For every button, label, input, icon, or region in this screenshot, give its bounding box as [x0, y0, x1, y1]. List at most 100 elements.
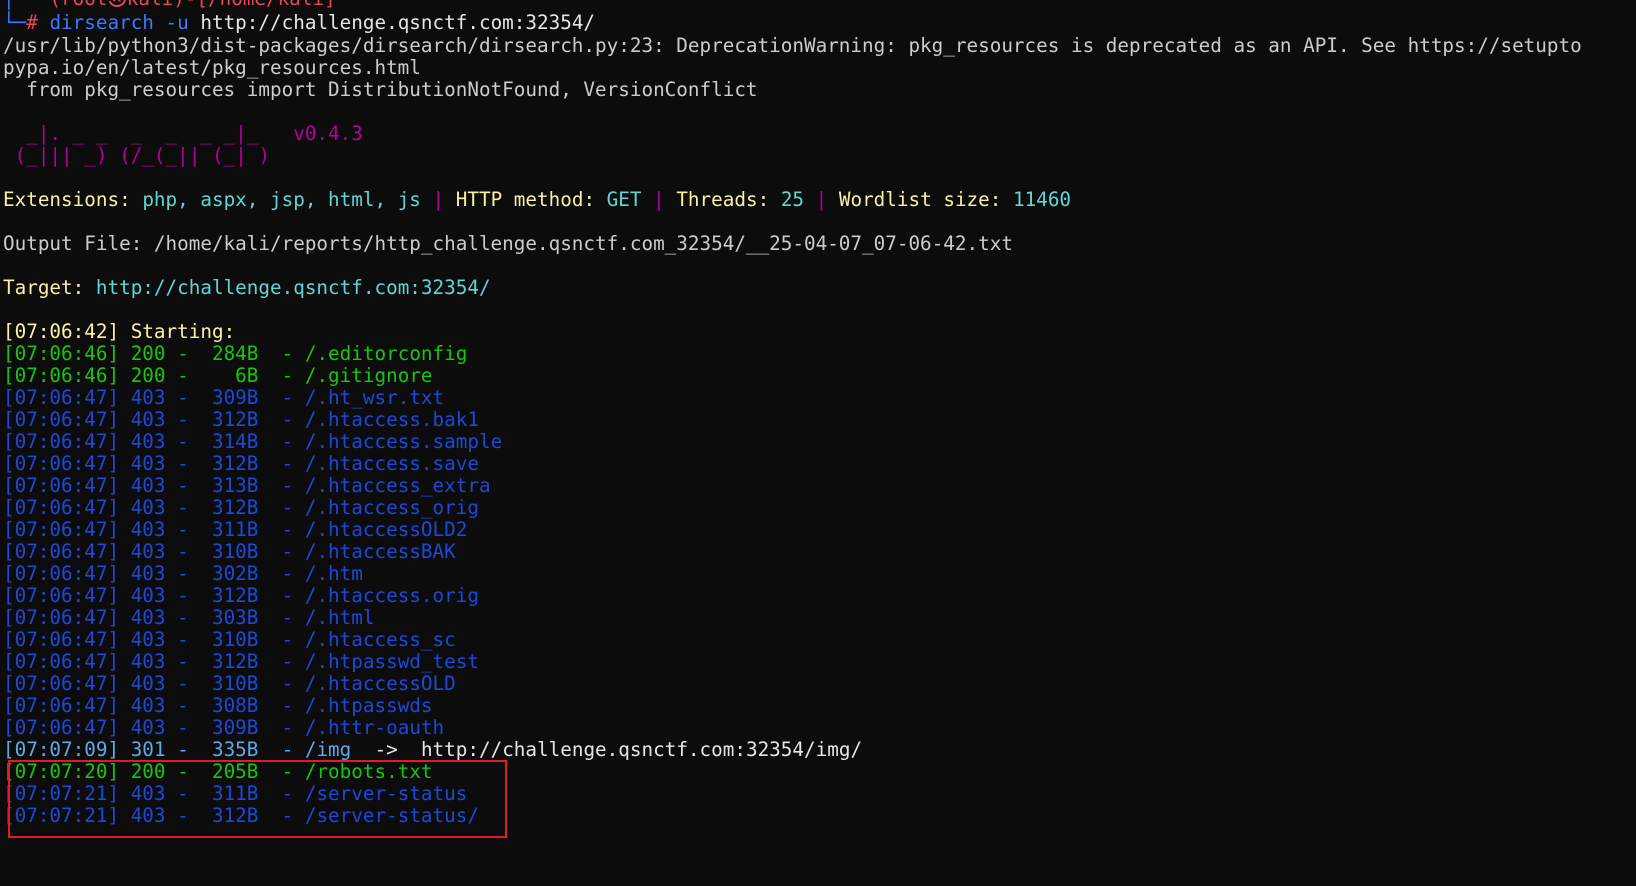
result-status-code: 301 [130, 738, 166, 761]
result-size: 309B [200, 716, 259, 739]
wordlist-label: Wordlist size: [838, 188, 1002, 211]
result-size: 314B [200, 430, 259, 453]
threads-label: Threads: [676, 188, 770, 211]
result-row: [07:06:47] 403 - 312B - /.htaccess.save [3, 452, 479, 475]
result-row: [07:06:47] 403 - 310B - /.htaccess_sc [3, 628, 456, 651]
prompt-command-line: └─# dirsearch -u http://challenge.qsnctf… [3, 11, 595, 34]
result-row: [07:06:47] 403 - 312B - /.htpasswd_test [3, 650, 479, 673]
result-status-code: 403 [130, 452, 166, 475]
output-file-line: Output File: /home/kali/reports/http_cha… [3, 232, 1013, 255]
result-time: [07:06:47] [3, 496, 120, 519]
result-path: /.ht_wsr.txt [304, 386, 445, 409]
result-row: [07:06:47] 403 - 310B - /.htaccessOLD [3, 672, 456, 695]
result-row: [07:06:47] 403 - 302B - /.htm [3, 562, 363, 585]
result-path: /.htaccess.sample [304, 430, 503, 453]
result-time: [07:06:47] [3, 386, 120, 409]
result-size: 310B [200, 672, 259, 695]
result-row: [07:06:47] 403 - 309B - /.ht_wsr.txt [3, 386, 445, 409]
result-time: [07:06:47] [3, 606, 120, 629]
result-time: [07:06:47] [3, 716, 120, 739]
result-size: 312B [200, 584, 259, 607]
result-status-code: 200 [130, 364, 166, 387]
result-size: 313B [200, 474, 259, 497]
result-status-code: 403 [130, 518, 166, 541]
result-time: [07:06:47] [3, 518, 120, 541]
result-row: [07:06:47] 403 - 312B - /.htaccess.orig [3, 584, 479, 607]
result-row: [07:06:47] 403 - 309B - /.httr-oauth [3, 716, 445, 739]
config-line: Extensions: php, aspx, jsp, html, js | H… [3, 188, 1071, 211]
result-status-code: 403 [130, 386, 166, 409]
result-size: 284B [200, 342, 259, 365]
result-status-code: 403 [130, 606, 166, 629]
prompt-user: ─(root㉿kali)-[/home/kali] [38, 0, 336, 10]
result-size: 6B [200, 364, 259, 387]
target-line: Target: http://challenge.qsnctf.com:3235… [3, 276, 491, 299]
result-time: [07:06:47] [3, 540, 120, 563]
result-time: [07:07:09] [3, 738, 120, 761]
prompt-frame-bottom: └─ [3, 11, 27, 34]
result-row: [07:06:47] 403 - 303B - /.html [3, 606, 375, 629]
result-status-code: 403 [130, 540, 166, 563]
wordlist-value: 11460 [1013, 188, 1072, 211]
result-time: [07:06:46] [3, 364, 120, 387]
result-row: [07:07:09] 301 - 335B - /img -> http://c… [3, 738, 863, 761]
terminal-window[interactable]: ┌───(root㉿kali)-[/home/kali] └─# dirsear… [0, 0, 1636, 886]
result-size: 335B [200, 738, 259, 761]
result-time: [07:06:47] [3, 452, 120, 475]
command-name: dirsearch [49, 11, 154, 34]
result-size: 312B [200, 496, 259, 519]
result-time: [07:06:47] [3, 584, 120, 607]
target-url: http://challenge.qsnctf.com:32354/ [95, 276, 491, 299]
banner-art-top: _|. _ _ _ _ _ _|_ [3, 122, 294, 145]
config-separator: | [432, 188, 445, 211]
result-status-code: 403 [130, 562, 166, 585]
command-flag: -u [165, 11, 189, 34]
result-status-code: 200 [130, 342, 166, 365]
result-time: [07:06:47] [3, 672, 120, 695]
result-status-code: 403 [130, 650, 166, 673]
result-size: 312B [200, 452, 259, 475]
prompt-header-line: ┌───(root㉿kali)-[/home/kali] [3, 0, 336, 10]
result-status-code: 403 [130, 496, 166, 519]
command-url: http://challenge.qsnctf.com:32354/ [200, 11, 596, 34]
result-path: /.htpasswds [304, 694, 433, 717]
threads-value: 25 [780, 188, 805, 211]
result-path: /img [304, 738, 352, 761]
result-status-code: 403 [130, 584, 166, 607]
target-label: Target: [3, 276, 85, 299]
result-size: 302B [200, 562, 259, 585]
result-path: /.html [304, 606, 375, 629]
result-path: /.htaccess.bak1 [304, 408, 479, 431]
result-status-code: 403 [130, 672, 166, 695]
result-size: 312B [200, 650, 259, 673]
result-size: 311B [200, 518, 259, 541]
result-time: [07:06:47] [3, 408, 120, 431]
result-status-code: 403 [130, 430, 166, 453]
result-path: /.htaccessOLD [304, 672, 456, 695]
result-row: [07:06:47] 403 - 312B - /.htaccess_orig [3, 496, 479, 519]
result-path: /.htaccessOLD2 [304, 518, 468, 541]
banner-version: v0.4.3 [293, 122, 363, 145]
banner-art-line-2: (_||| _) (/_(_|| (_| ) [3, 144, 293, 167]
result-path: /.httr-oauth [304, 716, 445, 739]
extensions-value: php, aspx, jsp, html, js [142, 188, 421, 211]
redirect-arrow: -> [374, 738, 398, 761]
result-path: /.gitignore [304, 364, 433, 387]
result-status-code: 403 [130, 716, 166, 739]
start-time: [07:06:42] [3, 320, 120, 343]
prompt-hash: # [26, 11, 38, 34]
result-time: [07:06:47] [3, 430, 120, 453]
result-path: /.htm [304, 562, 363, 585]
result-path: /.htpasswd_test [304, 650, 479, 673]
result-path: /.htaccess.save [304, 452, 479, 475]
starting-line: [07:06:42] Starting: [3, 320, 235, 343]
http-method-label: HTTP method: [455, 188, 596, 211]
prompt-frame: ┌── [3, 0, 38, 10]
result-time: [07:06:47] [3, 474, 120, 497]
result-status-code: 403 [130, 694, 166, 717]
result-status-code: 403 [130, 474, 166, 497]
config-separator: | [815, 188, 828, 211]
result-size: 310B [200, 628, 259, 651]
warning-line-1: /usr/lib/python3/dist-packages/dirsearch… [3, 34, 1582, 57]
redirect-url: http://challenge.qsnctf.com:32354/img/ [420, 738, 863, 761]
